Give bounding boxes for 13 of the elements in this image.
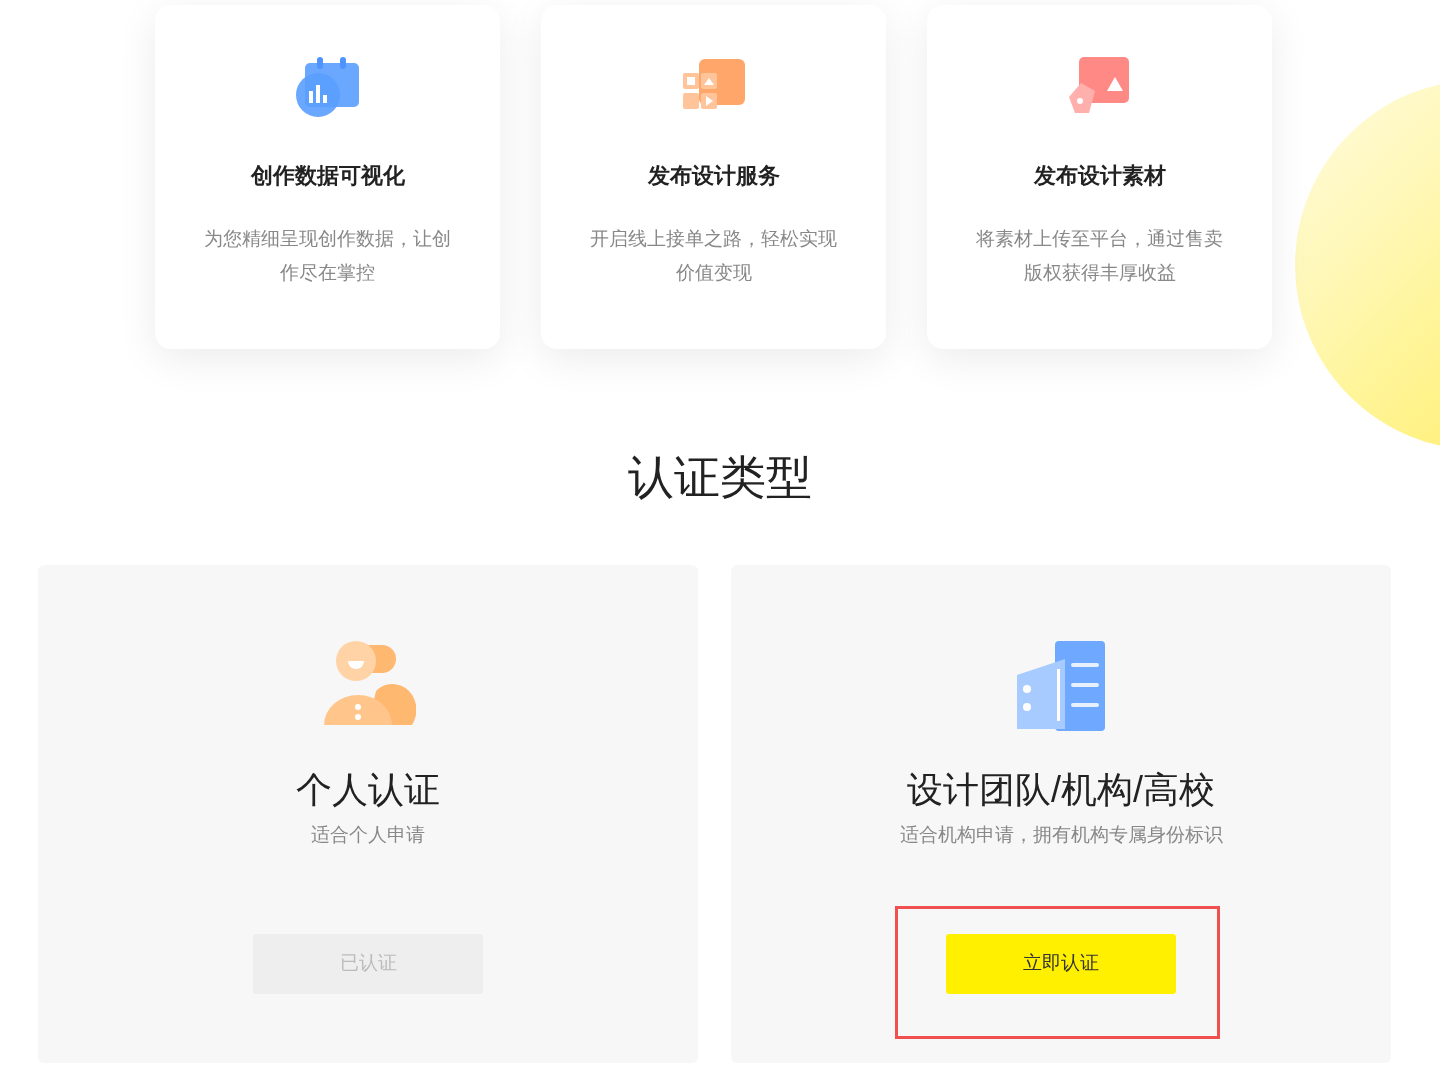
feature-title: 发布设计服务 [647, 162, 780, 190]
certification-title: 个人认证 [296, 768, 440, 812]
feature-description: 开启线上接单之路，轻松实现价值变现 [589, 227, 838, 285]
certification-subtitle: 适合机构申请，拥有机构专属身份标识 [899, 823, 1223, 847]
feature-description: 将素材上传至平台，通过售卖版权获得丰厚收益 [975, 227, 1224, 285]
feature-title: 创作数据可视化 [250, 162, 405, 190]
section-title: 认证类型 [628, 450, 812, 505]
feature-title: 发布设计素材 [1033, 162, 1166, 190]
certify-button[interactable]: 立即认证 [946, 933, 1176, 994]
calendar-chart-icon [294, 55, 361, 119]
certification-subtitle: 适合个人申请 [311, 823, 425, 847]
feature-description: 为您精细呈现创作数据，让创作尽在掌控 [203, 227, 452, 285]
certification-title: 设计团队/机构/高校 [907, 768, 1215, 812]
